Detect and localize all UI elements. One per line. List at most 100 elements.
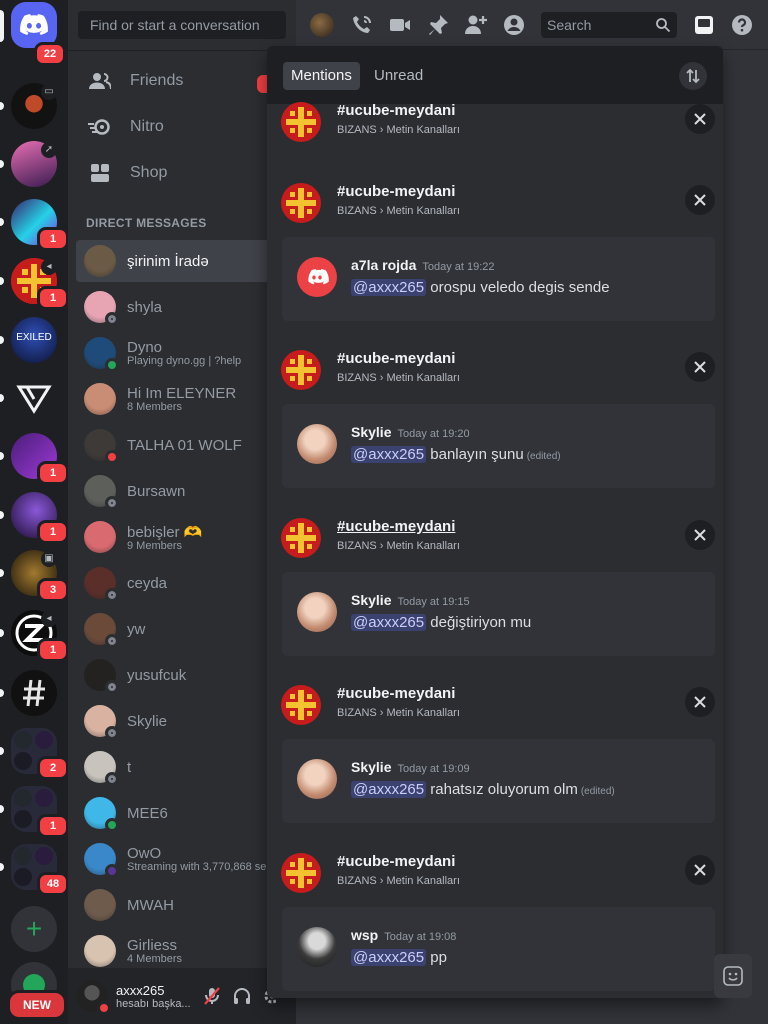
author-avatar[interactable] xyxy=(297,424,337,464)
tab-mentions[interactable]: Mentions xyxy=(283,62,360,90)
dm-item[interactable]: OwO Streaming with 3,770,868 ser xyxy=(76,838,296,880)
folder-thumb-icon xyxy=(35,731,53,749)
dm-avatar[interactable] xyxy=(310,13,334,37)
dm-name: Girliess xyxy=(127,937,178,954)
dm-item[interactable]: yusufcuk xyxy=(76,654,296,696)
server-hash-server[interactable] xyxy=(11,670,57,716)
author-name[interactable]: Skylie xyxy=(351,759,391,775)
tab-unread[interactable]: Unread xyxy=(366,62,431,90)
mark-read-button[interactable] xyxy=(685,520,715,550)
dm-item[interactable]: Skylie xyxy=(76,700,296,742)
unread-pill xyxy=(0,747,4,755)
author-name[interactable]: Skylie xyxy=(351,424,391,440)
user-mention[interactable]: @axxx265 xyxy=(351,949,427,966)
user-mention[interactable]: @axxx265 xyxy=(351,781,427,798)
mark-read-button[interactable] xyxy=(685,855,715,885)
mention-badge: 1 xyxy=(37,814,69,838)
edited-label: (edited) xyxy=(580,786,615,797)
inbox-channel-header[interactable]: #ucube-meydani BIZANS › Metin Kanalları xyxy=(267,516,723,568)
dm-avatar xyxy=(84,659,119,694)
video-call-icon[interactable] xyxy=(388,13,412,37)
dm-item[interactable]: Girliess 4 Members xyxy=(76,930,296,972)
user-mention[interactable]: @axxx265 xyxy=(351,279,427,296)
mic-muted-icon[interactable] xyxy=(202,986,222,1006)
author-avatar[interactable] xyxy=(297,927,337,967)
dm-item[interactable]: TALHA 01 WOLF xyxy=(76,424,296,466)
user-mention[interactable]: @axxx265 xyxy=(351,614,427,631)
dm-item[interactable]: Hi Im ELEYNER 8 Members xyxy=(76,378,296,420)
find-conversation-input[interactable]: Find or start a conversation xyxy=(78,11,286,39)
mention-badge: 1 xyxy=(37,461,69,485)
folder-thumb-icon xyxy=(14,752,32,770)
channel-name[interactable]: #ucube-meydani xyxy=(337,518,455,535)
home-unread-badge: 22 xyxy=(34,42,66,66)
author-name[interactable]: Skylie xyxy=(351,592,391,608)
dm-sidebar: Find or start a conversation Friends 2 N… xyxy=(68,0,296,1024)
mark-read-button[interactable] xyxy=(685,687,715,717)
mention-message[interactable]: a7la rojda Today at 19:22 @axxx265 orospu … xyxy=(282,237,715,321)
unread-pill xyxy=(0,689,4,697)
mark-read-button[interactable] xyxy=(685,352,715,382)
add-server-button[interactable]: + xyxy=(11,906,57,952)
channel-name[interactable]: #ucube-meydani xyxy=(337,685,455,702)
channel-name[interactable]: #ucube-meydani xyxy=(337,183,455,200)
inbox-channel-header[interactable]: #ucube-meydani BIZANS › Metin Kanalları xyxy=(267,100,723,152)
author-name[interactable]: wsp xyxy=(351,927,378,943)
dm-item[interactable]: MEE6 xyxy=(76,792,296,834)
mention-message[interactable]: Skylie Today at 19:15 @axxx265 değiştiriyo… xyxy=(282,572,715,656)
server-exiled-server[interactable]: EXILED xyxy=(11,317,57,363)
help-icon[interactable] xyxy=(730,13,754,37)
speaker-icon: ◂ xyxy=(41,611,57,627)
search-input[interactable]: Search xyxy=(541,12,677,38)
mark-read-button[interactable] xyxy=(685,185,715,215)
dm-item[interactable]: shyla xyxy=(76,286,296,328)
inbox-icon[interactable] xyxy=(692,13,716,37)
dm-item[interactable]: bebişler 🫶 9 Members xyxy=(76,516,296,558)
mark-read-button[interactable] xyxy=(685,104,715,134)
inbox-channel-header[interactable]: #ucube-meydani BIZANS › Metin Kanalları xyxy=(267,348,723,400)
author-name[interactable]: a7la rojda xyxy=(351,257,416,273)
user-mention[interactable]: @axxx265 xyxy=(351,446,427,463)
dm-item[interactable]: MWAH xyxy=(76,884,296,926)
add-friend-icon[interactable] xyxy=(464,13,488,37)
dm-item[interactable]: yw xyxy=(76,608,296,650)
hash-logo-icon xyxy=(23,679,45,707)
nav-nitro[interactable]: Nitro xyxy=(76,106,296,148)
user-avatar[interactable] xyxy=(76,980,111,1015)
message-timestamp: Today at 19:20 xyxy=(397,428,470,440)
channel-name[interactable]: #ucube-meydani xyxy=(337,102,455,119)
user-profile-icon[interactable] xyxy=(502,13,526,37)
nav-shop[interactable]: Shop xyxy=(76,152,296,194)
server-triangle-server[interactable] xyxy=(11,375,57,421)
nav-friends[interactable]: Friends 2 xyxy=(76,60,296,102)
pin-icon[interactable] xyxy=(426,13,450,37)
dm-item[interactable]: ceyda xyxy=(76,562,296,604)
inbox-channel-header[interactable]: #ucube-meydani BIZANS › Metin Kanalları xyxy=(267,683,723,735)
headphones-icon[interactable] xyxy=(232,986,252,1006)
mention-message[interactable]: wsp Today at 19:08 @axxx265 pp xyxy=(282,907,715,991)
author-avatar[interactable] xyxy=(297,257,337,297)
call-icon[interactable] xyxy=(350,13,374,37)
calendar-icon: ▣ xyxy=(41,551,57,567)
inbox-channel-header[interactable]: #ucube-meydani BIZANS › Metin Kanalları xyxy=(267,181,723,233)
unread-pill xyxy=(0,394,4,402)
dm-item[interactable]: Bursawn xyxy=(76,470,296,512)
dm-item[interactable]: t xyxy=(76,746,296,788)
presence-offline-icon xyxy=(105,634,119,648)
unread-pill xyxy=(0,569,4,577)
author-avatar[interactable] xyxy=(297,759,337,799)
folder-thumb-icon xyxy=(35,847,53,865)
dm-item[interactable]: Dyno Playing dyno.gg | ?help xyxy=(76,332,296,374)
filter-sort-button[interactable] xyxy=(679,62,707,90)
server-icon xyxy=(281,102,321,142)
edited-label: (edited) xyxy=(526,451,561,462)
mention-message[interactable]: Skylie Today at 19:20 @axxx265 banlayın şu… xyxy=(282,404,715,488)
mention-message[interactable]: Skylie Today at 19:09 @axxx265 rahatsız ol… xyxy=(282,739,715,823)
dm-item[interactable]: şirinim İradə xyxy=(76,240,296,282)
author-avatar[interactable] xyxy=(297,592,337,632)
presence-offline-icon xyxy=(105,496,119,510)
emoji-button[interactable] xyxy=(714,954,752,998)
channel-name[interactable]: #ucube-meydani xyxy=(337,853,455,870)
inbox-channel-header[interactable]: #ucube-meydani BIZANS › Metin Kanalları xyxy=(267,851,723,903)
channel-name[interactable]: #ucube-meydani xyxy=(337,350,455,367)
